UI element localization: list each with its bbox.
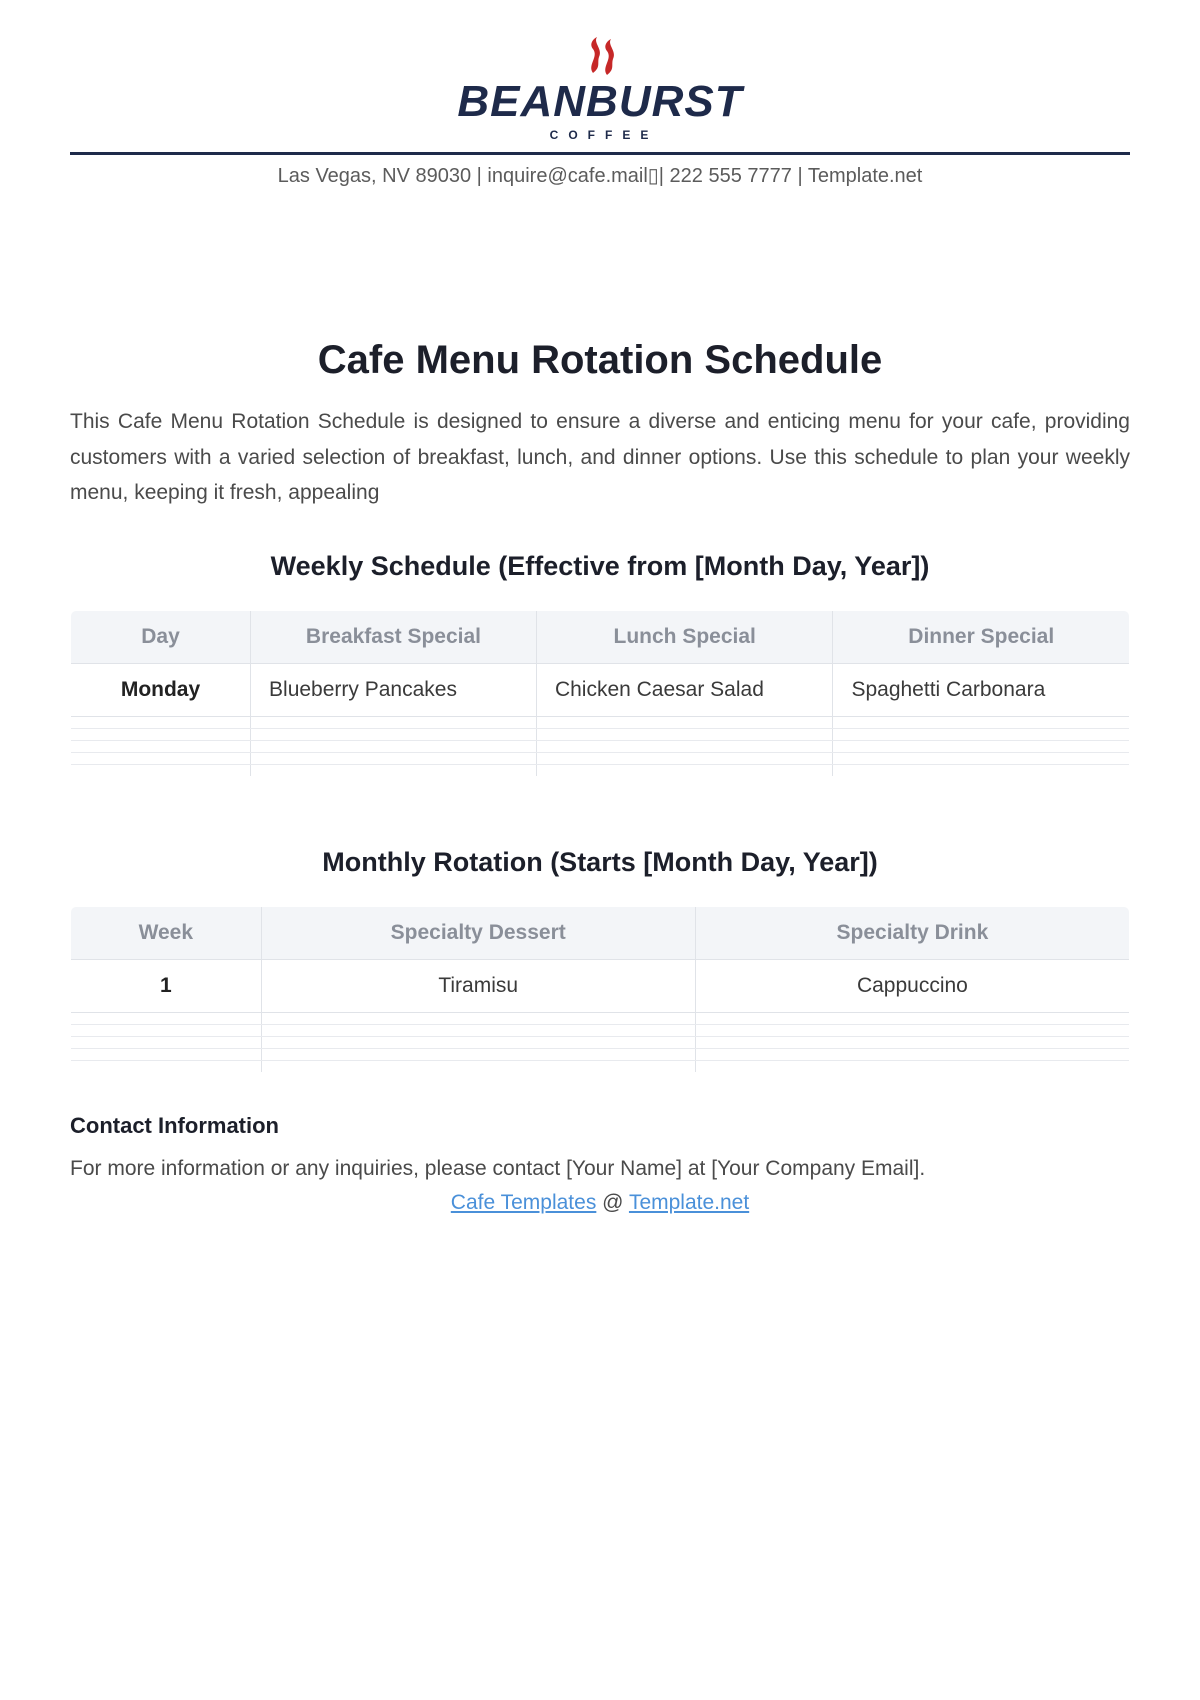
table-row-empty <box>71 1025 1130 1037</box>
table-row-empty <box>71 729 1130 741</box>
steam-icon <box>577 35 623 82</box>
cell-dinner: Spaghetti Carbonara <box>833 664 1130 717</box>
table-header-row: Day Breakfast Special Lunch Special Dinn… <box>71 611 1130 664</box>
contact-heading: Contact Information <box>70 1113 1130 1139</box>
table-row-empty <box>71 765 1130 777</box>
brand-logo: BEANBURST COFFEE <box>70 30 1130 142</box>
table-row-empty <box>71 1037 1130 1049</box>
table-row-empty <box>71 753 1130 765</box>
monthly-heading: Monthly Rotation (Starts [Month Day, Yea… <box>70 847 1130 878</box>
table-row-empty <box>71 1061 1130 1073</box>
table-row-empty <box>71 717 1130 729</box>
col-breakfast: Breakfast Special <box>251 611 537 664</box>
weekly-heading: Weekly Schedule (Effective from [Month D… <box>70 551 1130 582</box>
table-row-empty <box>71 741 1130 753</box>
cell-lunch: Chicken Caesar Salad <box>536 664 833 717</box>
col-dinner: Dinner Special <box>833 611 1130 664</box>
cell-breakfast: Blueberry Pancakes <box>251 664 537 717</box>
table-row-empty <box>71 1049 1130 1061</box>
contact-text: For more information or any inquiries, p… <box>70 1157 1130 1181</box>
link-cafe-templates[interactable]: Cafe Templates <box>451 1191 597 1214</box>
header-contact-line: Las Vegas, NV 89030 | inquire@cafe.mail▯… <box>70 163 1130 188</box>
col-lunch: Lunch Special <box>536 611 833 664</box>
intro-paragraph: This Cafe Menu Rotation Schedule is desi… <box>70 404 1130 511</box>
table-header-row: Week Specialty Dessert Specialty Drink <box>71 907 1130 960</box>
col-week: Week <box>71 907 262 960</box>
header-divider <box>70 152 1130 155</box>
page-title: Cafe Menu Rotation Schedule <box>70 338 1130 383</box>
table-row-empty <box>71 1013 1130 1025</box>
col-dessert: Specialty Dessert <box>261 907 695 960</box>
brand-tagline: COFFEE <box>78 128 1130 142</box>
link-template-net[interactable]: Template.net <box>629 1191 749 1214</box>
weekly-table: Day Breakfast Special Lunch Special Dinn… <box>70 610 1130 777</box>
table-row: Monday Blueberry Pancakes Chicken Caesar… <box>71 664 1130 717</box>
footer-sep: @ <box>596 1191 629 1214</box>
cell-day: Monday <box>71 664 251 717</box>
monthly-table: Week Specialty Dessert Specialty Drink 1… <box>70 906 1130 1073</box>
cell-drink: Cappuccino <box>695 960 1129 1013</box>
col-day: Day <box>71 611 251 664</box>
cell-week: 1 <box>71 960 262 1013</box>
cell-dessert: Tiramisu <box>261 960 695 1013</box>
col-drink: Specialty Drink <box>695 907 1129 960</box>
brand-name: BEANBURST <box>70 80 1130 124</box>
footer-links: Cafe Templates @ Template.net <box>70 1191 1130 1215</box>
table-row: 1 Tiramisu Cappuccino <box>71 960 1130 1013</box>
